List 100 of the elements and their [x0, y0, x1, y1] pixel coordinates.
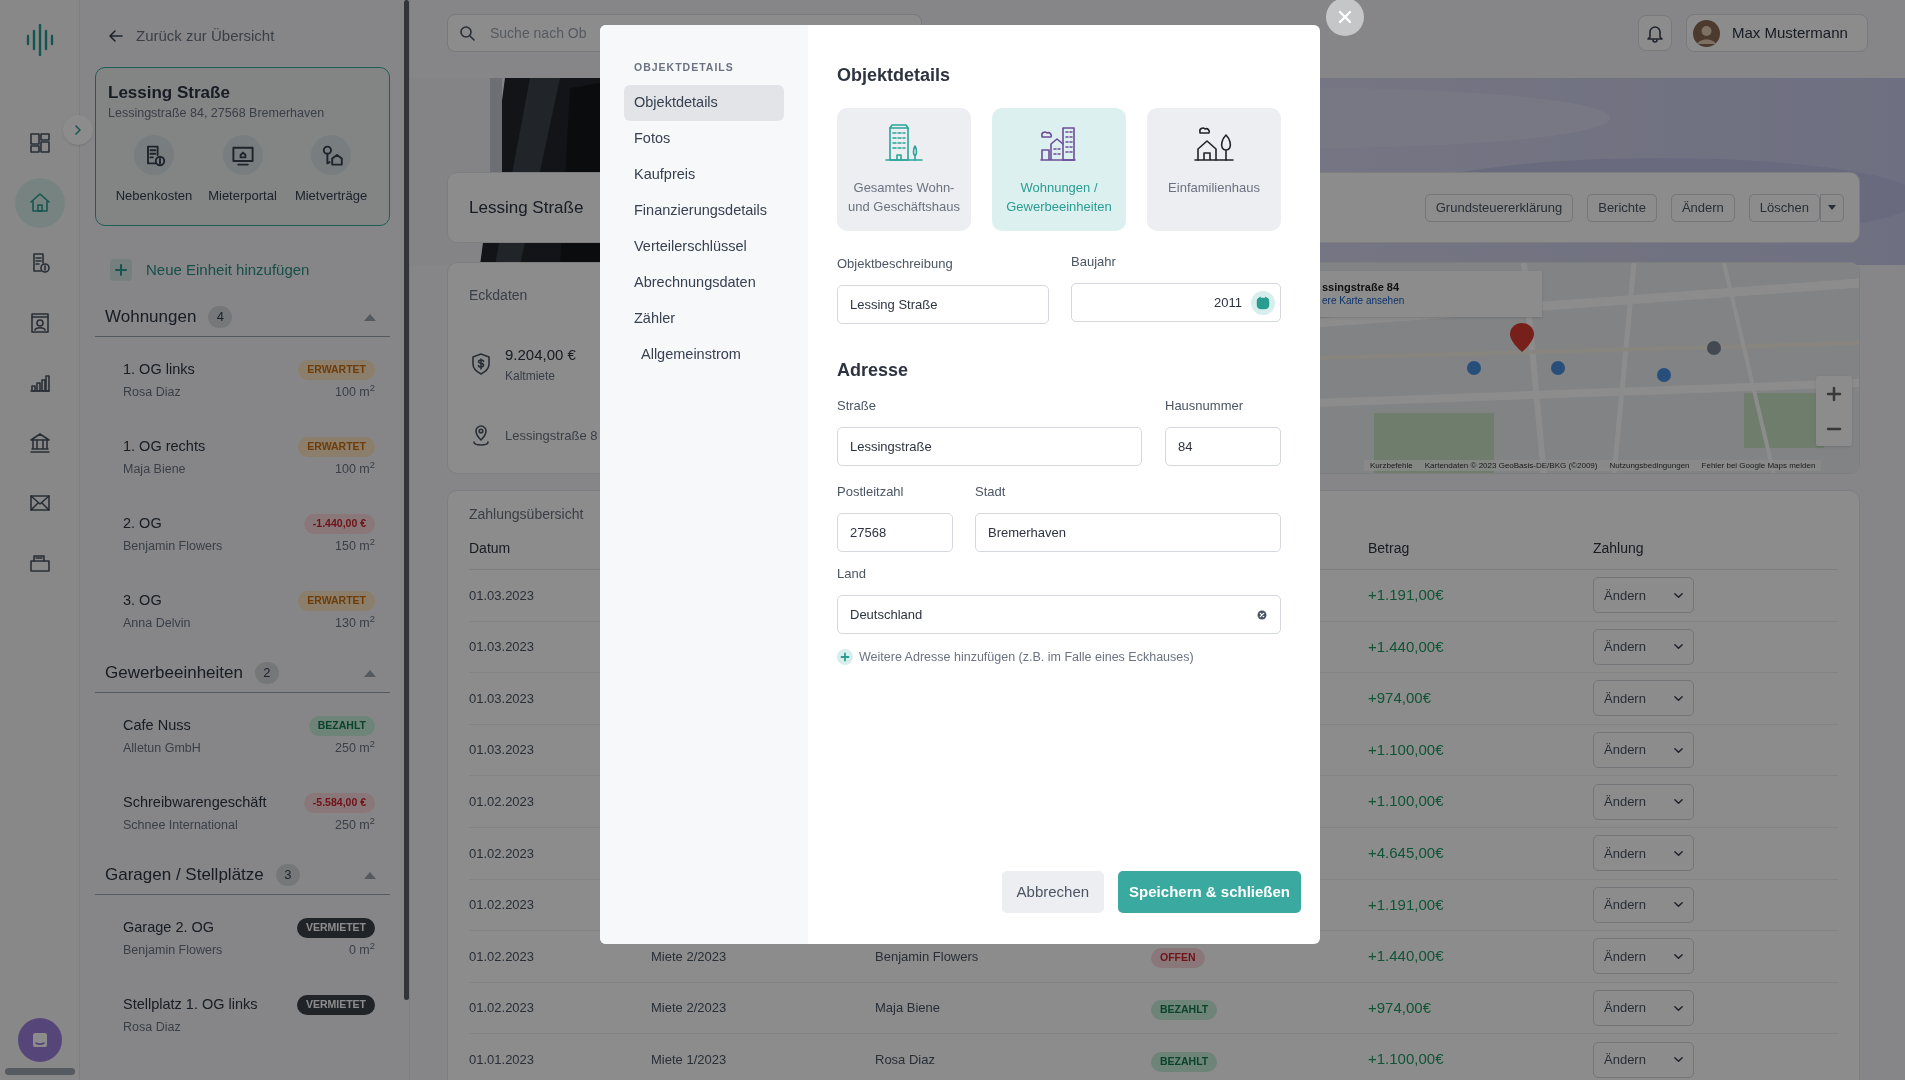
input-field[interactable]: 27568	[837, 513, 953, 552]
unit-name[interactable]: Cafe Nuss	[123, 715, 191, 737]
payment-select[interactable]: Ändern	[1593, 628, 1694, 665]
add-address-link[interactable]: Weitere Adresse hinzufügen (z.B. im Falle eines Eckhauses)	[837, 648, 1194, 667]
plus-icon[interactable]	[110, 259, 132, 281]
add-unit-button[interactable]: Neue Einheit hinzufügen	[95, 259, 310, 281]
nav-item[interactable]: Allgemeinstrom	[624, 337, 784, 373]
chevron-down-icon[interactable]	[1673, 693, 1684, 704]
field-label: Hausnummer	[1165, 398, 1245, 414]
nav-item[interactable]: Abrechnungsdaten	[624, 265, 784, 301]
nav-button[interactable]	[14, 178, 65, 228]
section-title: Adresse	[837, 359, 910, 382]
avatar-icon[interactable]	[1693, 19, 1720, 47]
group-title: Wohnungen	[105, 305, 197, 328]
cancel-button[interactable]: Abbrechen	[1001, 871, 1105, 913]
field-label: Land	[837, 566, 867, 582]
amount-cell-text: +1.100,00€	[1368, 739, 1445, 760]
payment-select[interactable]: Ändern	[1593, 886, 1694, 923]
map-footer-link[interactable]: Nutzungsbedingungen	[1609, 460, 1690, 471]
unit-name[interactable]: Garage 2. OG	[123, 917, 215, 939]
tenant-name: Benjamin Flowers	[123, 941, 223, 959]
action-button[interactable]: Mieterportal	[198, 135, 287, 206]
payment-select[interactable]: Ändern	[1593, 1041, 1694, 1078]
amount-cell-text: +1.100,00€	[1368, 1049, 1445, 1070]
nav-heading: OBJEKTDETAILS	[633, 60, 735, 74]
tenant-name: Rosa Diaz	[123, 1018, 181, 1036]
caret-up-icon[interactable]	[364, 312, 376, 321]
chat-icon[interactable]	[30, 1030, 50, 1050]
caret-up-icon[interactable]	[364, 668, 376, 677]
notifications-button[interactable]	[1638, 15, 1672, 51]
nav-item[interactable]: Zähler	[624, 301, 784, 337]
amount-cell-text: +974,00€	[1368, 688, 1432, 709]
user-menu-button[interactable]: Max Mustermann	[1686, 14, 1868, 52]
payment-select[interactable]: Ändern	[1593, 938, 1694, 975]
map-footer-link[interactable]: Kartendaten © 2023 GeoBasis-DE/BKG (©2009)	[1424, 460, 1598, 471]
input-field[interactable]: Lessingstraße	[837, 427, 1142, 466]
field-label: Straße	[837, 398, 877, 414]
tenant-name: Benjamin Flowers	[123, 537, 223, 555]
unit-area: 100 m$^{2}$	[335, 382, 375, 402]
payment-select[interactable]: Ändern	[1593, 680, 1694, 717]
input-field[interactable]: 2011	[1071, 283, 1281, 322]
save-button[interactable]: Speichern & schließen	[1118, 871, 1301, 913]
group-title: Garagen / Stellplätze	[105, 863, 264, 886]
unit-name[interactable]: 2. OG	[123, 513, 162, 535]
amount-cell-text: +974,00€	[1368, 997, 1432, 1018]
unit-name[interactable]: Schreibwarengeschäft	[123, 792, 267, 814]
status-badge: BEZAHLT	[1151, 999, 1218, 1020]
amount-cell-text: +1.191,00€	[1368, 894, 1445, 915]
unit-name[interactable]: 1. OG links	[123, 359, 195, 381]
field-label: Stadt	[975, 484, 1007, 500]
map-link[interactable]: ere Karte ansehen	[1322, 294, 1542, 308]
popup-title: ssingstraße 84	[1322, 280, 1401, 294]
unit-name[interactable]: 1. OG rechts	[123, 436, 206, 458]
unit-name[interactable]: Stellplatz 1. OG links	[123, 994, 258, 1016]
home-icon[interactable]	[27, 191, 52, 215]
status-badge: ERWARTET	[298, 437, 375, 457]
card-title: Zahlungsübersicht	[469, 505, 584, 524]
scrollbar[interactable]	[404, 0, 409, 1000]
table-cell-text: 01.01.2023	[469, 1050, 536, 1069]
logo-icon[interactable]	[24, 22, 55, 58]
property-card[interactable]: Lessing Straße Lessingstraße 84, 27568 Bremerhaven Nebenkosten Mieterportal Mietverträge	[95, 67, 390, 226]
input-field[interactable]: Deutschland	[837, 595, 1281, 634]
dashboard-icon[interactable]	[27, 131, 52, 155]
scrollbar[interactable]	[5, 1068, 75, 1075]
close-button[interactable]	[1326, 0, 1364, 36]
table-cell-text: 01.02.2023	[469, 792, 536, 811]
plus-icon[interactable]	[1826, 385, 1842, 402]
input-field[interactable]: 84	[1165, 427, 1281, 466]
status-badge: BEZAHLT	[308, 716, 375, 736]
table-cell-text: Rosa Diaz	[875, 1050, 936, 1069]
tenant-name: Anna Delvin	[123, 614, 191, 632]
action-button[interactable]: Mietverträge	[287, 135, 375, 206]
map-footer-link[interactable]: Fehler bei Google Maps melden	[1701, 460, 1816, 471]
column-header: Betrag	[1368, 539, 1411, 558]
bank-icon[interactable]	[27, 431, 52, 455]
clear-icon[interactable]	[1257, 609, 1267, 620]
bell-icon[interactable]	[1645, 23, 1665, 43]
map-footer-link[interactable]: Kurzbefehle	[1370, 460, 1413, 471]
status-badge: OFFEN	[1151, 948, 1205, 969]
payment-select[interactable]: Ändern	[1593, 577, 1694, 614]
input-field[interactable]: Bremerhaven	[975, 513, 1281, 552]
payment-select[interactable]: Ändern	[1593, 732, 1694, 769]
chevron-right-icon[interactable]	[72, 124, 84, 136]
chat-button[interactable]	[18, 1018, 62, 1062]
property-title: Lessing Straße	[108, 82, 231, 104]
payment-select[interactable]: Ändern	[1593, 835, 1694, 872]
table-cell-text: 01.02.2023	[469, 947, 536, 966]
payment-select[interactable]: Ändern	[1593, 783, 1694, 820]
status-badge: -5.584,00 €	[303, 793, 375, 813]
unit-area: 130 m$^{2}$	[335, 613, 375, 633]
input-field[interactable]: Lessing Straße	[837, 285, 1049, 324]
payment-select[interactable]: Ändern	[1593, 990, 1694, 1027]
location-pin-icon	[471, 424, 491, 447]
unit-name[interactable]: 3. OG	[123, 590, 162, 612]
amount-cell-text: +1.440,00€	[1368, 636, 1445, 657]
arrow-left-icon[interactable]	[108, 28, 124, 44]
caret-up-icon[interactable]	[364, 870, 376, 879]
table-cell-text: 01.02.2023	[469, 999, 536, 1018]
action-button[interactable]: Nebenkosten	[110, 135, 198, 206]
back-link[interactable]: Zurück zur Übersicht	[95, 24, 390, 48]
